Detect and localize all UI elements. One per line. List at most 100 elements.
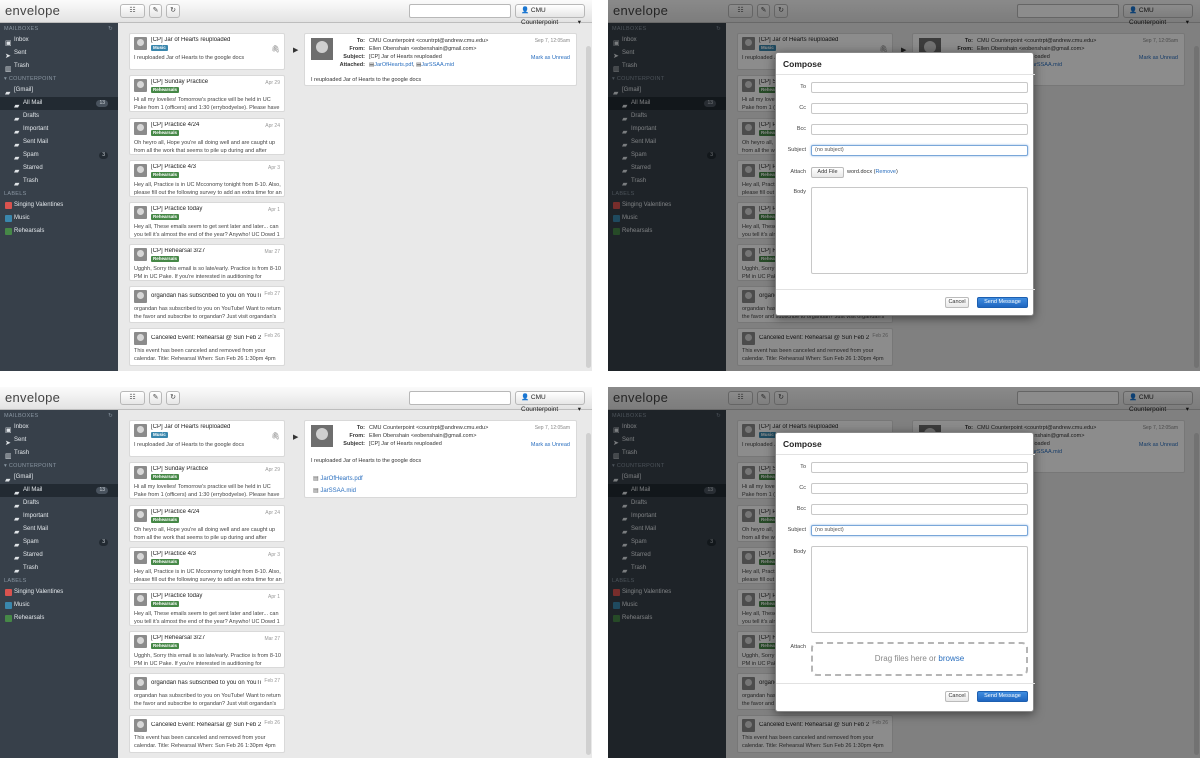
sidebar-item-starred[interactable]: ▰ Starred bbox=[0, 162, 118, 175]
sidebar-item-sent[interactable]: ➤ Sent bbox=[0, 434, 118, 447]
list-view-button[interactable]: ☷ bbox=[120, 4, 145, 18]
list-view-button[interactable]: ☷ bbox=[120, 391, 145, 405]
subject-field[interactable]: (no subject) bbox=[811, 525, 1028, 536]
body-textarea[interactable] bbox=[811, 187, 1028, 274]
cancel-button[interactable]: Cancel bbox=[945, 691, 969, 702]
send-button[interactable]: Send Message bbox=[977, 297, 1028, 308]
message-card[interactable]: [CP] Practice today Apr 1 Rehearsals Hey al… bbox=[129, 589, 285, 626]
sidebar-item-drafts[interactable]: ▰ Drafts bbox=[0, 110, 118, 123]
label-badge: Rehearsals bbox=[151, 517, 180, 523]
bcc-field[interactable] bbox=[811, 504, 1028, 515]
body-textarea[interactable] bbox=[811, 546, 1028, 633]
account-dropdown[interactable]: 👤 CMU Counterpoint ▾ bbox=[515, 4, 585, 26]
message-subject: [CP] Practice 4/3 bbox=[151, 551, 197, 557]
message-card[interactable]: [CP] Practice 4/24 Apr 24 Rehearsals Oh hey… bbox=[129, 118, 285, 155]
message-card[interactable]: [CP] Rehearsal 3/27 Mar 27 Rehearsals Ugghh… bbox=[129, 244, 285, 281]
sidebar-item-important[interactable]: ▰ Important bbox=[0, 510, 118, 523]
sidebar-label[interactable]: Rehearsals bbox=[0, 225, 118, 238]
bcc-field[interactable] bbox=[811, 124, 1028, 135]
attachment-link[interactable]: JarOfHearts.pdf bbox=[320, 476, 362, 482]
subject-label: Subject bbox=[787, 147, 806, 153]
add-file-button[interactable]: Add File bbox=[811, 167, 844, 178]
to-field[interactable] bbox=[811, 82, 1028, 93]
attachment-link[interactable]: JarSSAA.mid bbox=[320, 488, 356, 494]
compose-button[interactable]: ✎ bbox=[149, 391, 162, 405]
sidebar-item-inbox[interactable]: ▣ Inbox bbox=[0, 421, 118, 434]
sync-icon[interactable]: ↻ bbox=[108, 412, 113, 421]
avatar bbox=[134, 332, 147, 345]
message-card[interactable]: organdan has subscribed to you on YouTub… bbox=[129, 673, 285, 710]
sidebar-item-important[interactable]: ▰ Important bbox=[0, 123, 118, 136]
sidebar-item-sent[interactable]: ➤ Sent bbox=[0, 47, 118, 60]
paperclip-icon: 🖇 bbox=[271, 433, 280, 440]
account-header[interactable]: ▾ COUNTERPOINT bbox=[0, 462, 118, 471]
sidebar-label[interactable]: Singing Valentines bbox=[0, 586, 118, 599]
to-field[interactable] bbox=[811, 462, 1028, 473]
sidebar-item-drafts[interactable]: ▰ Drafts bbox=[0, 497, 118, 510]
attachment-link[interactable]: JarSSAA.mid bbox=[421, 62, 454, 68]
search-input[interactable] bbox=[409, 4, 511, 18]
sidebar-item-trash-gmail[interactable]: ▰ Trash bbox=[0, 562, 118, 575]
sidebar-item-sent-mail[interactable]: ▰ Sent Mail bbox=[0, 523, 118, 536]
refresh-button[interactable]: ↻ bbox=[166, 4, 180, 18]
sidebar-item-spam[interactable]: ▰ Spam 3 bbox=[0, 536, 118, 549]
message-card[interactable]: [CP] Practice 4/3 Apr 3 Rehearsals Hey all,… bbox=[129, 160, 285, 197]
sidebar-label[interactable]: Singing Valentines bbox=[0, 199, 118, 212]
compose-button[interactable]: ✎ bbox=[149, 4, 162, 18]
message-card[interactable]: [CP] Jar of Hearts reuploaded Music 🖇 I reu… bbox=[129, 33, 285, 70]
sidebar-item-trash-gmail[interactable]: ▰ Trash bbox=[0, 175, 118, 188]
label-badge: Rehearsals bbox=[151, 172, 180, 178]
message-card[interactable]: Canceled Event: Rehearsal @ Sun Feb 26 1… bbox=[129, 328, 285, 366]
message-card[interactable]: [CP] Practice 4/24 Apr 24 Rehearsals Oh hey… bbox=[129, 505, 285, 542]
message-card[interactable]: [CP] Rehearsal 3/27 Mar 27 Rehearsals Ugghh… bbox=[129, 631, 285, 668]
count-badge: 13 bbox=[96, 100, 108, 107]
sync-icon[interactable]: ↻ bbox=[108, 25, 113, 34]
sidebar-item-gmail[interactable]: ▰ [Gmail] bbox=[0, 471, 118, 484]
message-subject: [CP] Sunday Practice bbox=[151, 466, 209, 472]
sidebar-item-gmail[interactable]: ▰ [Gmail] bbox=[0, 84, 118, 97]
browse-link[interactable]: browse bbox=[938, 654, 964, 663]
account-dropdown[interactable]: 👤 CMU Counterpoint ▾ bbox=[515, 391, 585, 413]
play-arrow-icon: ▶ bbox=[293, 434, 299, 441]
mark-unread-link[interactable]: Mark as Unread bbox=[531, 55, 570, 61]
message-date: Sep 7, 12:05am bbox=[534, 38, 570, 44]
message-card[interactable]: Canceled Event: Rehearsal @ Sun Feb 26 1… bbox=[129, 715, 285, 753]
attached-label: Attached: bbox=[339, 62, 365, 68]
sidebar-item-sent-mail[interactable]: ▰ Sent Mail bbox=[0, 136, 118, 149]
body-label: Body bbox=[793, 189, 806, 195]
cc-field[interactable] bbox=[811, 483, 1028, 494]
message-card[interactable]: [CP] Practice today Apr 1 Rehearsals Hey al… bbox=[129, 202, 285, 239]
refresh-button[interactable]: ↻ bbox=[166, 391, 180, 405]
search-input[interactable] bbox=[409, 391, 511, 405]
cc-field[interactable] bbox=[811, 103, 1028, 114]
sidebar-item-inbox[interactable]: ▣ Inbox bbox=[0, 34, 118, 47]
sidebar-item-spam[interactable]: ▰ Spam 3 bbox=[0, 149, 118, 162]
remove-link[interactable]: Remove bbox=[875, 169, 895, 175]
message-card[interactable]: organdan has subscribed to you on YouTub… bbox=[129, 286, 285, 323]
sidebar-item-all-mail[interactable]: ▰ All Mail 13 bbox=[0, 484, 118, 497]
message-card[interactable]: [CP] Jar of Hearts reuploaded Music 🖇 I reu… bbox=[129, 420, 285, 457]
file-drop-zone[interactable]: Drag files here or browse bbox=[811, 642, 1028, 676]
sidebar-label[interactable]: Music bbox=[0, 599, 118, 612]
sidebar-label[interactable]: Music bbox=[0, 212, 118, 225]
sidebar-label[interactable]: Rehearsals bbox=[0, 612, 118, 625]
avatar bbox=[134, 206, 147, 219]
message-card[interactable]: [CP] Sunday Practice Apr 29 Rehearsals Hi a… bbox=[129, 75, 285, 112]
send-button[interactable]: Send Message bbox=[977, 691, 1028, 702]
message-subject: [CP] Practice today bbox=[151, 593, 203, 599]
scrollbar[interactable] bbox=[586, 46, 591, 368]
scrollbar[interactable] bbox=[586, 433, 591, 755]
attachment-link[interactable]: JarOfHearts.pdf bbox=[374, 62, 413, 68]
mark-unread-link[interactable]: Mark as Unread bbox=[531, 442, 570, 448]
account-header[interactable]: ▾ COUNTERPOINT bbox=[0, 75, 118, 84]
sidebar-item-trash[interactable]: ▥ Trash bbox=[0, 60, 118, 73]
sidebar-item-all-mail[interactable]: ▰ All Mail 13 bbox=[0, 97, 118, 110]
message-card[interactable]: [CP] Sunday Practice Apr 29 Rehearsals Hi a… bbox=[129, 462, 285, 499]
cancel-button[interactable]: Cancel bbox=[945, 297, 969, 308]
sidebar-item-trash[interactable]: ▥ Trash bbox=[0, 447, 118, 460]
compose-dialog: Compose To Cc Bcc Subject (no subject) Attach A… bbox=[775, 52, 1035, 316]
message-card[interactable]: [CP] Practice 4/3 Apr 3 Rehearsals Hey all,… bbox=[129, 547, 285, 584]
subject-field[interactable]: (no subject) bbox=[811, 145, 1028, 156]
sidebar-item-starred[interactable]: ▰ Starred bbox=[0, 549, 118, 562]
label-badge: Rehearsals bbox=[151, 130, 180, 136]
